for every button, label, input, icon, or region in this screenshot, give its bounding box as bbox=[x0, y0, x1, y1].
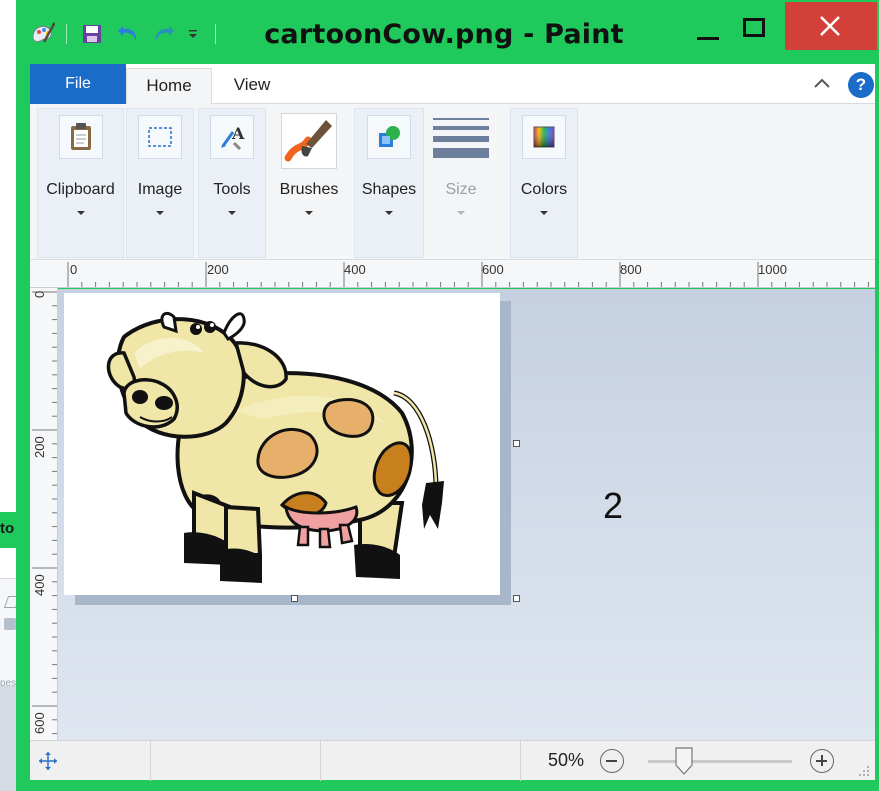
ruler-label: 0 bbox=[70, 262, 78, 277]
customize-quick-access-icon[interactable] bbox=[188, 28, 198, 40]
dropdown-arrow-icon bbox=[385, 211, 393, 215]
maximize-button[interactable] bbox=[735, 10, 781, 48]
paint-icon[interactable] bbox=[30, 20, 56, 46]
resize-handle-corner[interactable] bbox=[513, 595, 520, 602]
ruler-label: 800 bbox=[620, 262, 642, 277]
save-icon[interactable] bbox=[82, 24, 102, 44]
canvas-workspace[interactable]: 2 bbox=[58, 289, 875, 740]
ruler-label: 200 bbox=[207, 262, 229, 277]
ruler-label: 1000 bbox=[758, 262, 787, 277]
ribbon-group-shapes[interactable]: Shapes bbox=[354, 108, 424, 258]
background-window-title: to bbox=[0, 520, 15, 537]
collapse-ribbon-icon[interactable] bbox=[812, 74, 832, 94]
resize-grip-icon[interactable] bbox=[856, 763, 870, 777]
resize-handle-bottom[interactable] bbox=[291, 595, 298, 602]
window-title: cartoonCow.png - Paint bbox=[264, 19, 624, 50]
ruler-label: 400 bbox=[344, 262, 366, 277]
ribbon-tabs: File Home View ? bbox=[30, 64, 875, 105]
annotation-number: 2 bbox=[603, 485, 624, 526]
ribbon-group-brushes[interactable]: Brushes bbox=[268, 108, 350, 258]
status-divider bbox=[520, 741, 521, 781]
fill-icon bbox=[4, 618, 16, 630]
shapes-icon bbox=[367, 115, 411, 159]
select-image-icon bbox=[138, 115, 182, 159]
undo-icon[interactable] bbox=[116, 22, 140, 44]
zoom-in-button[interactable] bbox=[810, 749, 834, 773]
colors-icon bbox=[522, 115, 566, 159]
cartoon-cow-image bbox=[106, 311, 444, 583]
tab-file[interactable]: File bbox=[30, 64, 126, 104]
ruler-label: 0 bbox=[32, 290, 47, 298]
resize-handle-right[interactable] bbox=[513, 440, 520, 447]
tab-home[interactable]: Home bbox=[126, 68, 212, 105]
ribbon-group-label: Size bbox=[445, 181, 477, 198]
status-divider bbox=[320, 741, 321, 781]
ruler-label: 600 bbox=[32, 712, 47, 734]
paint-window: cartoonCow.png - Paint File Home View ? … bbox=[16, 0, 879, 791]
ribbon-group-label: Tools bbox=[213, 181, 251, 198]
ruler-label: 400 bbox=[32, 574, 47, 596]
zoom-level: 50% bbox=[548, 750, 585, 770]
tools-icon: A bbox=[210, 115, 254, 159]
minus-icon bbox=[606, 760, 617, 762]
zoom-out-button[interactable] bbox=[600, 749, 624, 773]
horizontal-ruler: 0 200 400 600 800 1000 bbox=[30, 260, 875, 288]
help-icon[interactable]: ? bbox=[848, 72, 874, 98]
dropdown-arrow-icon bbox=[305, 211, 313, 215]
svg-text:A: A bbox=[231, 124, 245, 143]
ribbon-group-size: Size bbox=[428, 108, 494, 258]
title-bar[interactable]: cartoonCow.png - Paint bbox=[16, 0, 879, 64]
dropdown-arrow-icon bbox=[540, 211, 548, 215]
redo-icon[interactable] bbox=[152, 22, 176, 44]
close-icon bbox=[820, 16, 840, 36]
ribbon-group-tools[interactable]: A Tools bbox=[198, 108, 266, 258]
ribbon-group-label: Shapes bbox=[361, 181, 417, 198]
ribbon-group-label: Brushes bbox=[279, 181, 339, 198]
brushes-icon bbox=[281, 113, 337, 169]
move-cursor-icon bbox=[39, 752, 57, 770]
ruler-ticks bbox=[32, 291, 57, 735]
zoom-slider-track[interactable] bbox=[648, 760, 792, 763]
ribbon-group-colors[interactable]: Colors bbox=[510, 108, 578, 258]
ribbon-group-image[interactable]: Image bbox=[126, 108, 194, 258]
ribbon-group-label: Clipboard bbox=[46, 181, 115, 198]
maximize-icon bbox=[743, 18, 765, 37]
close-button[interactable] bbox=[785, 2, 877, 50]
minimize-icon bbox=[697, 37, 719, 40]
status-divider bbox=[150, 741, 151, 781]
drawing-canvas[interactable] bbox=[64, 293, 500, 595]
separator bbox=[66, 24, 67, 44]
vertical-ruler: 0 200 400 600 bbox=[30, 288, 58, 740]
ribbon-group-label: Colors bbox=[520, 181, 568, 198]
minimize-button[interactable] bbox=[689, 10, 735, 48]
status-bar: 50% bbox=[30, 740, 875, 781]
ruler-label: 600 bbox=[482, 262, 504, 277]
ruler-ticks bbox=[67, 262, 869, 287]
size-icon bbox=[433, 115, 489, 159]
separator bbox=[215, 24, 216, 44]
ribbon: Clipboard Image A Tools Brushes Shapes S… bbox=[30, 104, 875, 260]
plus-icon bbox=[821, 755, 823, 766]
ribbon-group-clipboard[interactable]: Clipboard bbox=[37, 108, 124, 258]
dropdown-arrow-icon bbox=[228, 211, 236, 215]
zoom-slider-thumb[interactable] bbox=[675, 747, 693, 775]
ruler-label: 200 bbox=[32, 436, 47, 458]
dropdown-arrow-icon bbox=[156, 211, 164, 215]
ribbon-group-label: Image bbox=[137, 181, 183, 198]
dropdown-arrow-icon bbox=[457, 211, 465, 215]
dropdown-arrow-icon bbox=[76, 211, 85, 215]
clipboard-icon bbox=[58, 115, 103, 159]
tab-view[interactable]: View bbox=[216, 68, 288, 104]
